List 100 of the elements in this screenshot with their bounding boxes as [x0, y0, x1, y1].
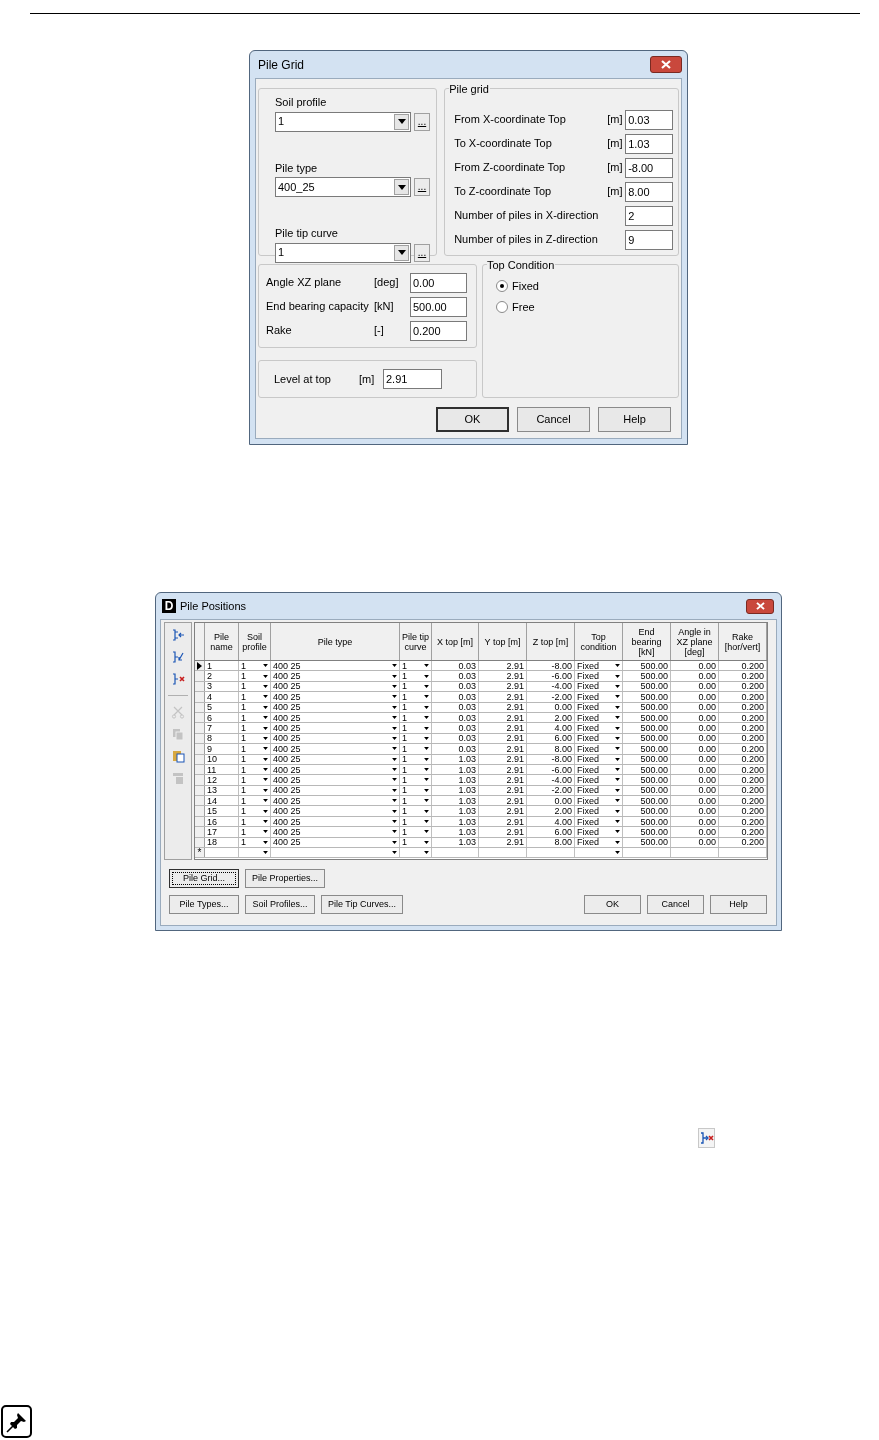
table-cell: 2.91 [506, 744, 524, 754]
table-cell: 400 25 [273, 661, 301, 671]
table-cell: 0.200 [741, 681, 764, 692]
table-cell: 2.91 [506, 661, 524, 671]
dialog-button[interactable]: Soil Profiles... [245, 895, 315, 914]
column-header[interactable]: Pile type [271, 623, 400, 660]
radio-button[interactable] [496, 280, 508, 293]
column-header[interactable]: Y top [m] [479, 623, 527, 660]
table-cell: 400 25 [273, 671, 301, 681]
caret-icon [615, 726, 620, 730]
table-cell: 0.03 [458, 733, 476, 744]
input-field[interactable]: 0.03 [625, 109, 674, 130]
field-label: Angle XZ plane [266, 275, 343, 291]
table-cell: 11 [207, 764, 217, 775]
input-field[interactable]: 0.200 [410, 320, 467, 341]
caret-icon [424, 830, 429, 834]
table-cell: 1 [402, 744, 407, 754]
table-cell: 0.00 [698, 754, 716, 764]
browse-button[interactable]: ... [414, 178, 430, 196]
table-cell: -8.00 [551, 661, 572, 671]
input-field[interactable]: 500.00 [410, 296, 467, 317]
column-header[interactable]: Pile name [205, 623, 239, 660]
table-cell: 500.00 [640, 692, 668, 702]
add-row-icon[interactable] [170, 648, 186, 666]
table-cell: 2.91 [506, 733, 524, 744]
input-field[interactable]: 2 [625, 205, 674, 226]
table-cell: 0.00 [698, 712, 716, 723]
browse-button[interactable]: ... [414, 243, 430, 262]
field-label: To Z-coordinate Top [454, 184, 553, 200]
caret-icon [263, 778, 268, 782]
table-cell: 2.91 [506, 754, 524, 764]
table-cell: 10 [207, 754, 217, 764]
dialog-button[interactable]: Help [598, 407, 671, 432]
dialog-button[interactable]: OK [436, 407, 509, 432]
unit-label: [m] [359, 371, 376, 387]
caret-icon [263, 851, 268, 855]
table-cell: 2.91 [506, 827, 524, 837]
caret-icon [397, 250, 406, 255]
caret-icon [392, 788, 397, 792]
dialog-button[interactable]: Cancel [647, 895, 704, 914]
close-button[interactable] [650, 56, 682, 73]
dropdown[interactable]: 1 [275, 242, 411, 263]
close-button[interactable] [746, 598, 774, 614]
column-header[interactable]: Angle in XZ plane [deg] [671, 623, 719, 660]
input-field[interactable]: 1.03 [625, 133, 674, 154]
dialog-button[interactable]: Cancel [517, 407, 590, 432]
column-header[interactable]: End bearing [kN] [623, 623, 671, 660]
table-cell: 15 [207, 806, 217, 816]
window-title: Pile Positions [180, 598, 247, 614]
field-label: Rake [266, 323, 293, 339]
table-cell: 400 25 [273, 827, 301, 837]
table-cell: Fixed [577, 754, 599, 764]
table-cell: 1 [207, 661, 212, 671]
column-header[interactable]: Rake [hor/vert] [719, 623, 767, 660]
dialog-button[interactable]: Pile Tip Curves... [321, 895, 404, 914]
dropdown[interactable]: 1 [275, 111, 411, 132]
table-cell: 1.03 [458, 827, 476, 837]
caret-icon [615, 747, 620, 751]
dropdown[interactable]: 400_25 [275, 177, 411, 197]
dialog-button[interactable]: Pile Properties... [245, 869, 326, 888]
caret-icon [424, 684, 429, 688]
column-header[interactable]: X top [m] [432, 623, 479, 660]
table-cell: 0.00 [698, 806, 716, 816]
table-cell: 0.00 [698, 744, 716, 754]
table-cell: 2.91 [506, 796, 524, 806]
field-label: Number of piles in Z-direction [454, 232, 599, 248]
table-cell: 1 [402, 764, 407, 775]
input-field[interactable]: 0.00 [410, 272, 467, 293]
dialog-button[interactable]: Help [710, 895, 767, 914]
caret-icon [424, 809, 429, 813]
column-header[interactable]: Z top [m] [527, 623, 575, 660]
input-field[interactable]: 8.00 [625, 181, 674, 202]
table-cell: 1.03 [458, 796, 476, 806]
input-field[interactable]: -8.00 [625, 157, 674, 178]
dialog-button[interactable]: Pile Types... [169, 895, 239, 914]
caret-icon [263, 747, 268, 751]
input-field[interactable]: 2.91 [383, 369, 442, 389]
dialog-button[interactable]: Pile Grid... [169, 869, 239, 888]
table-cell: 1 [241, 723, 246, 733]
table-cell: 2.00 [554, 712, 572, 723]
column-header[interactable]: Pile tip curve [400, 623, 432, 660]
dialog-button[interactable]: OK [584, 895, 641, 914]
browse-button[interactable]: ... [414, 112, 430, 131]
field-label: Pile tip curve [275, 226, 339, 241]
table-cell: Fixed [577, 764, 599, 775]
caret-icon [392, 726, 397, 730]
caret-icon [615, 695, 620, 699]
table-cell: 500.00 [640, 796, 668, 806]
caret-icon [424, 747, 429, 751]
table-cell: 8.00 [554, 744, 572, 754]
insert-row-icon[interactable] [170, 626, 186, 644]
column-header[interactable]: Soil profile [239, 623, 271, 660]
row-header[interactable] [195, 661, 205, 671]
table-cell: Fixed [577, 702, 599, 712]
column-header[interactable]: Top condition [575, 623, 623, 660]
delete-row-icon[interactable] [170, 670, 186, 688]
caret-icon [263, 820, 268, 824]
radio-button[interactable] [496, 300, 508, 313]
table-cell: 0.03 [458, 661, 476, 671]
input-field[interactable]: 9 [625, 229, 674, 250]
